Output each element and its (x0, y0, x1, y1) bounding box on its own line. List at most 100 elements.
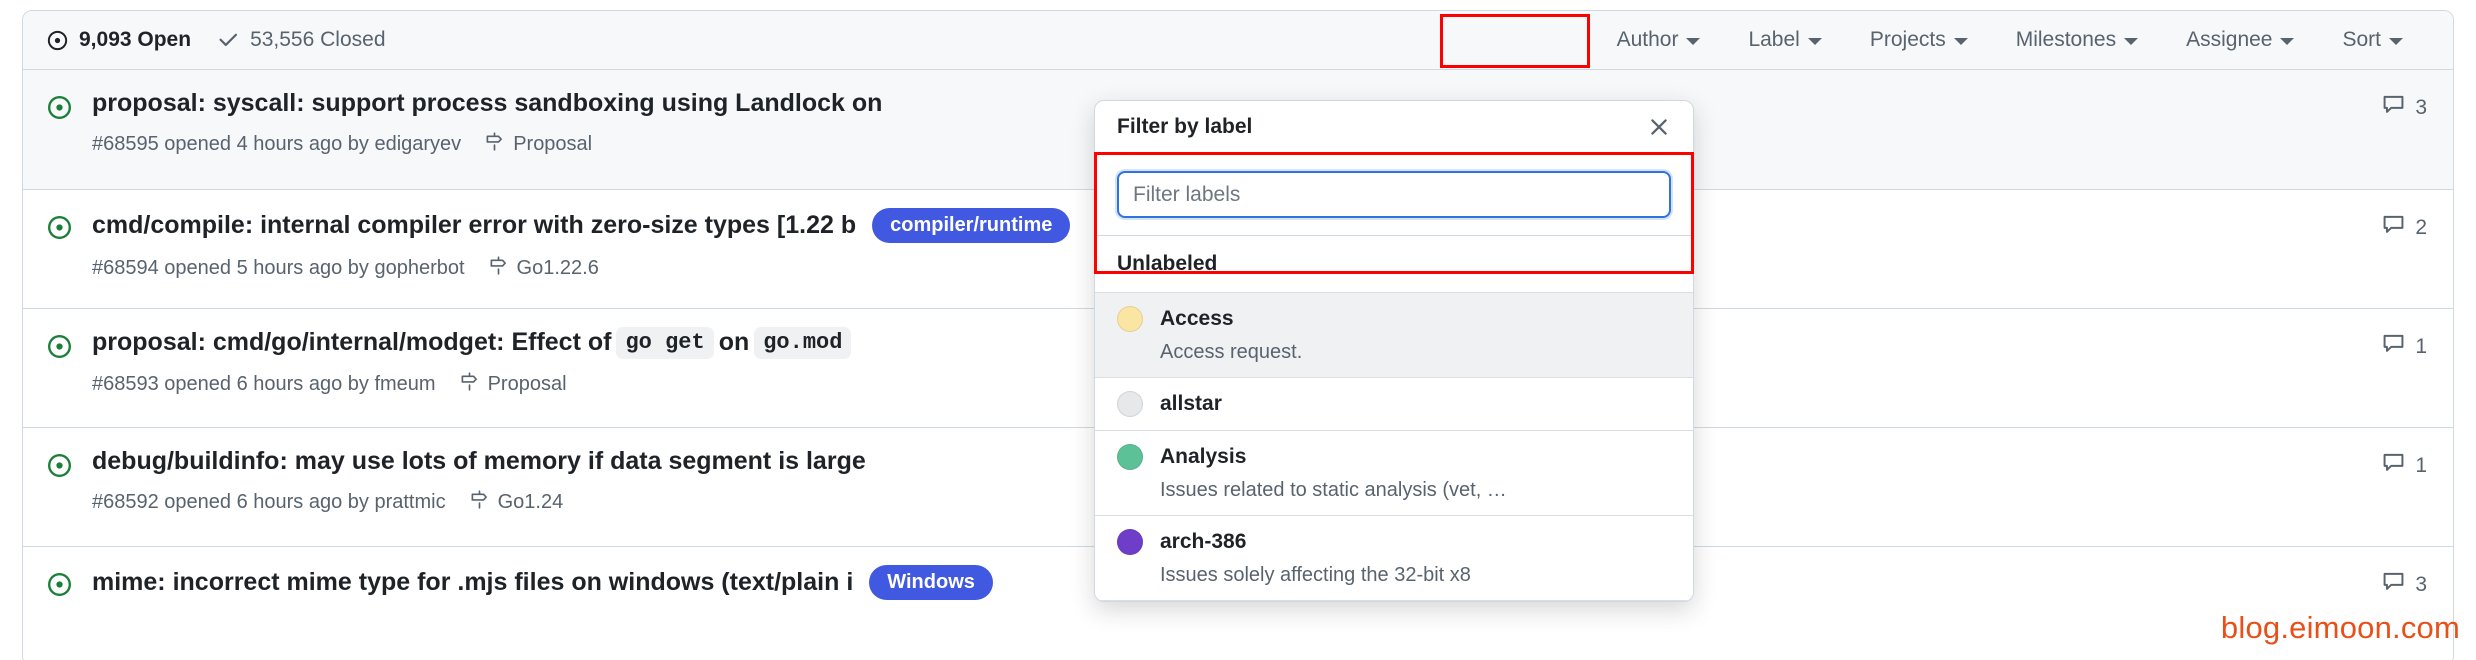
comment-count-value: 2 (2415, 216, 2427, 240)
closed-issues-count: 53,556 Closed (250, 28, 385, 52)
issue-comment-count[interactable]: 1 (2382, 446, 2427, 479)
issue-milestone[interactable]: Proposal (485, 132, 592, 157)
open-issues-filter[interactable]: 9,093 Open (47, 28, 191, 52)
watermark: blog.eimoon.com (2221, 610, 2460, 646)
milestone-label: Proposal (513, 133, 592, 156)
milestone-label: Go1.24 (498, 491, 564, 514)
comment-count-value: 1 (2415, 454, 2427, 478)
issue-milestone[interactable]: Go1.24 (470, 490, 564, 515)
label-option-unlabeled[interactable]: Unlabeled (1095, 236, 1693, 293)
comment-count-value: 3 (2415, 573, 2427, 597)
issue-comment-count[interactable]: 3 (2382, 565, 2427, 598)
close-icon[interactable] (1647, 115, 1671, 139)
issue-title-text: proposal: syscall: support process sandb… (92, 88, 882, 119)
label-color-dot (1117, 444, 1143, 470)
filter-milestones-button[interactable]: Milestones (1992, 22, 2162, 58)
chevron-down-icon (1686, 38, 1700, 45)
label-option-description: Issues related to static analysis (vet, … (1160, 479, 1671, 502)
unlabeled-label: Unlabeled (1117, 252, 1217, 275)
filter-label-label: Label (1748, 28, 1799, 52)
milestone-label: Go1.22.6 (517, 257, 599, 280)
chevron-down-icon (1954, 38, 1968, 45)
comment-count-value: 3 (2415, 96, 2427, 120)
label-color-dot (1117, 306, 1143, 332)
chevron-down-icon (1808, 38, 1822, 45)
issue-label-badge[interactable]: Windows (869, 565, 993, 600)
issue-milestone[interactable]: Proposal (460, 372, 567, 397)
issue-meta-text: #68594 opened 5 hours ago by gopherbot (92, 257, 465, 280)
label-options-list: Access Access request. allstar Analysis Issu… (1095, 293, 1693, 601)
label-filter-dropdown: Filter by label Unlabeled Access Access r… (1094, 100, 1694, 602)
issue-title-text: on (719, 327, 750, 358)
issue-open-icon (47, 446, 72, 483)
milestone-icon (470, 490, 489, 515)
issue-comment-count[interactable]: 1 (2382, 327, 2427, 360)
issue-title-code: go.mod (754, 327, 851, 359)
issue-meta-text: #68593 opened 6 hours ago by fmeum (92, 373, 436, 396)
filter-labels-input[interactable] (1117, 171, 1671, 218)
label-option-name: Access (1160, 307, 1234, 331)
label-option-name: allstar (1160, 392, 1222, 416)
comment-icon (2382, 94, 2405, 121)
open-issues-count: 9,093 Open (79, 28, 191, 52)
filter-author-button[interactable]: Author (1593, 22, 1725, 58)
label-option-row: allstar (1117, 391, 1671, 417)
label-option-description: Access request. (1160, 341, 1671, 364)
label-color-dot (1117, 529, 1143, 555)
comment-icon (2382, 214, 2405, 241)
issue-comment-count[interactable]: 3 (2382, 88, 2427, 121)
comment-icon (2382, 452, 2405, 479)
filter-assignee-button[interactable]: Assignee (2162, 22, 2318, 58)
issue-open-icon (47, 208, 72, 245)
filter-label-button[interactable]: Label (1724, 22, 1845, 58)
check-icon (217, 29, 239, 51)
milestone-icon (460, 372, 479, 397)
closed-issues-filter[interactable]: 53,556 Closed (217, 28, 385, 52)
issue-title-text: proposal: cmd/go/internal/modget: Effect… (92, 327, 611, 358)
filter-projects-button[interactable]: Projects (1846, 22, 1992, 58)
filter-assignee-label: Assignee (2186, 28, 2272, 52)
label-option[interactable]: arch-386 Issues solely affecting the 32-b… (1095, 516, 1693, 601)
chevron-down-icon (2124, 38, 2138, 45)
filter-milestones-label: Milestones (2016, 28, 2116, 52)
label-option-row: Analysis (1117, 444, 1671, 470)
filter-dropdowns: Author Label Projects Milestones Assigne… (1593, 22, 2427, 58)
milestone-icon (489, 256, 508, 281)
label-dropdown-header: Filter by label (1095, 101, 1693, 154)
filter-sort-label: Sort (2342, 28, 2381, 52)
issue-comment-count[interactable]: 2 (2382, 208, 2427, 241)
issue-open-icon (47, 565, 72, 602)
milestone-label: Proposal (488, 373, 567, 396)
label-option-name: Analysis (1160, 445, 1246, 469)
issue-meta-text: #68595 opened 4 hours ago by edigaryev (92, 133, 461, 156)
issue-title-text: mime: incorrect mime type for .mjs files… (92, 567, 853, 598)
issue-label-badge[interactable]: compiler/runtime (872, 208, 1070, 243)
issues-page: 9,093 Open 53,556 Closed Author (0, 0, 2476, 660)
filter-projects-label: Projects (1870, 28, 1946, 52)
issue-state-filters: 9,093 Open 53,556 Closed (47, 28, 386, 52)
label-option-description: Issues solely affecting the 32-bit x8 (1160, 564, 1671, 587)
comment-count-value: 1 (2415, 335, 2427, 359)
issue-title-text: cmd/compile: internal compiler error wit… (92, 210, 856, 241)
label-option[interactable]: Access Access request. (1095, 293, 1693, 378)
chevron-down-icon (2389, 38, 2403, 45)
comment-icon (2382, 333, 2405, 360)
label-color-dot (1117, 391, 1143, 417)
label-option[interactable]: Analysis Issues related to static analysi… (1095, 431, 1693, 516)
issue-open-icon (47, 327, 72, 364)
label-dropdown-title: Filter by label (1117, 115, 1252, 139)
filter-sort-button[interactable]: Sort (2318, 22, 2427, 58)
label-option-row: Access (1117, 306, 1671, 332)
label-option-name: arch-386 (1160, 530, 1246, 554)
chevron-down-icon (2280, 38, 2294, 45)
issue-open-icon (47, 30, 68, 51)
filter-author-label: Author (1617, 28, 1679, 52)
label-search-container (1095, 154, 1693, 236)
issue-title-text: debug/buildinfo: may use lots of memory … (92, 446, 866, 477)
label-option-row: arch-386 (1117, 529, 1671, 555)
issue-meta-text: #68592 opened 6 hours ago by prattmic (92, 491, 446, 514)
label-option[interactable]: allstar (1095, 378, 1693, 431)
issue-open-icon (47, 88, 72, 125)
issue-milestone[interactable]: Go1.22.6 (489, 256, 599, 281)
issue-title-code: go get (616, 327, 713, 359)
